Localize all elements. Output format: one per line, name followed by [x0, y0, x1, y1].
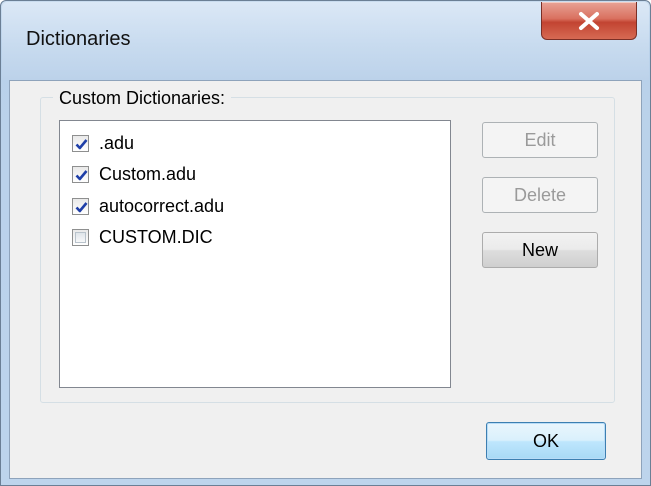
checkmark-icon	[75, 169, 88, 180]
list-item[interactable]: autocorrect.adu	[72, 193, 224, 219]
list-item[interactable]: Custom.adu	[72, 161, 196, 187]
dictionary-name: Custom.adu	[99, 163, 197, 184]
unchecked-box-fill	[75, 231, 86, 243]
dictionary-name: .adu	[99, 132, 135, 153]
list-item[interactable]: CUSTOM.DIC	[72, 224, 213, 250]
checkbox[interactable]	[72, 197, 89, 215]
list-item[interactable]: .adu	[72, 130, 134, 156]
checkbox[interactable]	[72, 165, 89, 183]
checkmark-icon	[75, 201, 88, 212]
checkmark-icon	[75, 138, 88, 149]
dictionaries-dialog: Dictionaries Custom Dictionaries: .adu C…	[0, 0, 651, 486]
dialog-content: Custom Dictionaries: .adu Custom.adu aut…	[9, 80, 642, 479]
dictionary-name: autocorrect.adu	[99, 195, 225, 216]
title-bar[interactable]: Dictionaries	[2, 2, 649, 80]
window-title: Dictionaries	[26, 28, 131, 50]
delete-button[interactable]: Delete	[482, 177, 598, 213]
group-label: Custom Dictionaries:	[53, 88, 232, 108]
new-button[interactable]: New	[482, 232, 598, 268]
dictionary-list[interactable]: .adu Custom.adu autocorrect.adu CUSTOM.D…	[59, 120, 451, 388]
edit-button[interactable]: Edit	[482, 122, 598, 158]
close-button[interactable]	[541, 2, 637, 40]
ok-button[interactable]: OK	[486, 422, 606, 460]
checkbox[interactable]	[72, 228, 89, 246]
checkbox[interactable]	[72, 134, 89, 152]
custom-dictionaries-group: Custom Dictionaries: .adu Custom.adu aut…	[40, 88, 615, 403]
close-icon	[579, 12, 599, 30]
dictionary-name: CUSTOM.DIC	[99, 226, 213, 247]
